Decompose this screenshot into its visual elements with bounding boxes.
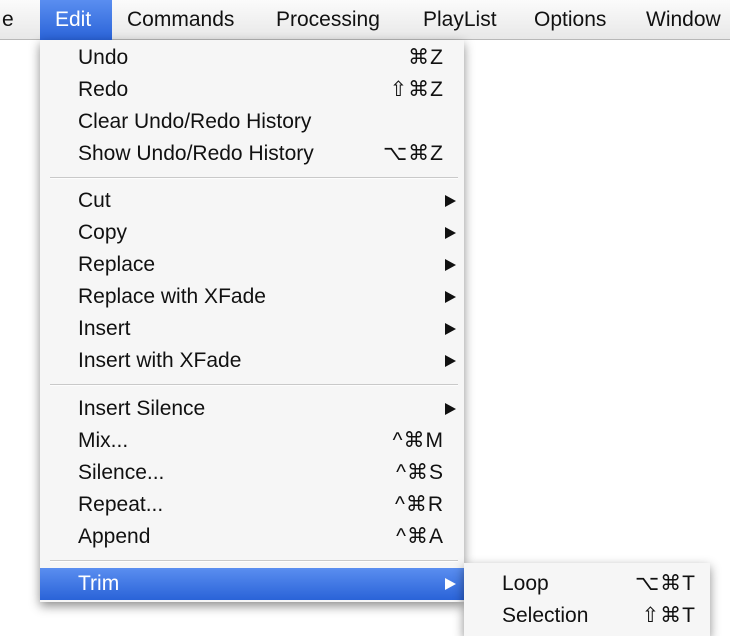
- submenu-arrow-icon: [445, 355, 456, 367]
- submenu-item-selection[interactable]: Selection ⇧⌘T: [464, 600, 710, 632]
- menu-item-label: Mix...: [78, 429, 129, 452]
- menu-item-shortcut: ⇧⌘Z: [389, 78, 444, 101]
- menu-item-shortcut: ^⌘A: [396, 525, 444, 548]
- menu-item-shortcut: ⌘Z: [408, 46, 444, 69]
- menu-item-clear-undo-redo-history[interactable]: Clear Undo/Redo History: [40, 106, 464, 138]
- menu-item-copy[interactable]: Copy: [40, 217, 464, 249]
- menu-item-undo[interactable]: Undo ⌘Z: [40, 42, 464, 74]
- menu-separator: [50, 177, 458, 179]
- menubar-item-window[interactable]: Window: [646, 0, 721, 40]
- menu-item-label: Trim: [78, 572, 120, 595]
- menu-item-insert-silence[interactable]: Insert Silence: [40, 393, 464, 425]
- submenu-arrow-icon: [445, 227, 456, 239]
- menu-item-redo[interactable]: Redo ⇧⌘Z: [40, 74, 464, 106]
- menubar-item-playlist[interactable]: PlayList: [423, 0, 497, 40]
- menu-item-replace-with-xfade[interactable]: Replace with XFade: [40, 281, 464, 313]
- submenu-item-loop[interactable]: Loop ⌥⌘T: [464, 568, 710, 600]
- menu-item-trim[interactable]: Trim: [40, 568, 464, 600]
- menu-item-shortcut: ^⌘M: [392, 429, 444, 452]
- submenu-arrow-icon: [445, 259, 456, 271]
- edit-menu: Undo ⌘Z Redo ⇧⌘Z Clear Undo/Redo History…: [40, 40, 464, 602]
- menu-item-label: Repeat...: [78, 493, 164, 516]
- menu-item-replace[interactable]: Replace: [40, 249, 464, 281]
- menu-item-label: Replace with XFade: [78, 285, 266, 308]
- submenu-item-shortcut: ⌥⌘T: [634, 572, 696, 595]
- menu-item-repeat[interactable]: Repeat... ^⌘R: [40, 489, 464, 521]
- menu-item-shortcut: ^⌘S: [396, 461, 444, 484]
- submenu-arrow-icon: [445, 291, 456, 303]
- menu-item-label: Undo: [78, 46, 129, 69]
- menu-item-label: Append: [78, 525, 151, 548]
- menu-item-append[interactable]: Append ^⌘A: [40, 521, 464, 553]
- menu-item-insert-with-xfade[interactable]: Insert with XFade: [40, 345, 464, 377]
- menubar-item-file-partial[interactable]: e: [2, 0, 14, 40]
- menubar-item-edit[interactable]: Edit: [40, 0, 112, 40]
- menu-item-shortcut: ^⌘R: [394, 493, 444, 516]
- submenu-item-shortcut: ⇧⌘T: [641, 604, 696, 627]
- submenu-arrow-icon: [445, 578, 456, 590]
- menu-item-label: Insert: [78, 317, 131, 340]
- menu-item-insert[interactable]: Insert: [40, 313, 464, 345]
- menubar-item-commands[interactable]: Commands: [127, 0, 234, 40]
- menu-item-label: Cut: [78, 189, 111, 212]
- submenu-arrow-icon: [445, 195, 456, 207]
- menu-item-label: Show Undo/Redo History: [78, 142, 314, 165]
- menu-separator: [50, 560, 458, 562]
- submenu-item-label: Selection: [502, 604, 589, 627]
- submenu-item-label: Loop: [502, 572, 549, 595]
- submenu-arrow-icon: [445, 323, 456, 335]
- menu-item-show-undo-redo-history[interactable]: Show Undo/Redo History ⌥⌘Z: [40, 138, 464, 170]
- menu-item-label: Insert Silence: [78, 397, 206, 420]
- menubar-item-options[interactable]: Options: [534, 0, 606, 40]
- menu-item-label: Copy: [78, 221, 128, 244]
- menu-item-shortcut: ⌥⌘Z: [382, 142, 444, 165]
- menu-item-label: Silence...: [78, 461, 165, 484]
- menu-item-label: Replace: [78, 253, 156, 276]
- menu-item-label: Redo: [78, 78, 129, 101]
- trim-submenu: Loop ⌥⌘T Selection ⇧⌘T: [464, 563, 710, 636]
- submenu-arrow-icon: [445, 403, 456, 415]
- menu-item-mix[interactable]: Mix... ^⌘M: [40, 425, 464, 457]
- menu-bar: e Edit Commands Processing PlayList Opti…: [0, 0, 730, 40]
- menu-item-label: Clear Undo/Redo History: [78, 110, 312, 133]
- menu-item-silence[interactable]: Silence... ^⌘S: [40, 457, 464, 489]
- menu-separator: [50, 384, 458, 386]
- menu-item-cut[interactable]: Cut: [40, 185, 464, 217]
- menu-item-label: Insert with XFade: [78, 349, 242, 372]
- menubar-item-processing[interactable]: Processing: [276, 0, 380, 40]
